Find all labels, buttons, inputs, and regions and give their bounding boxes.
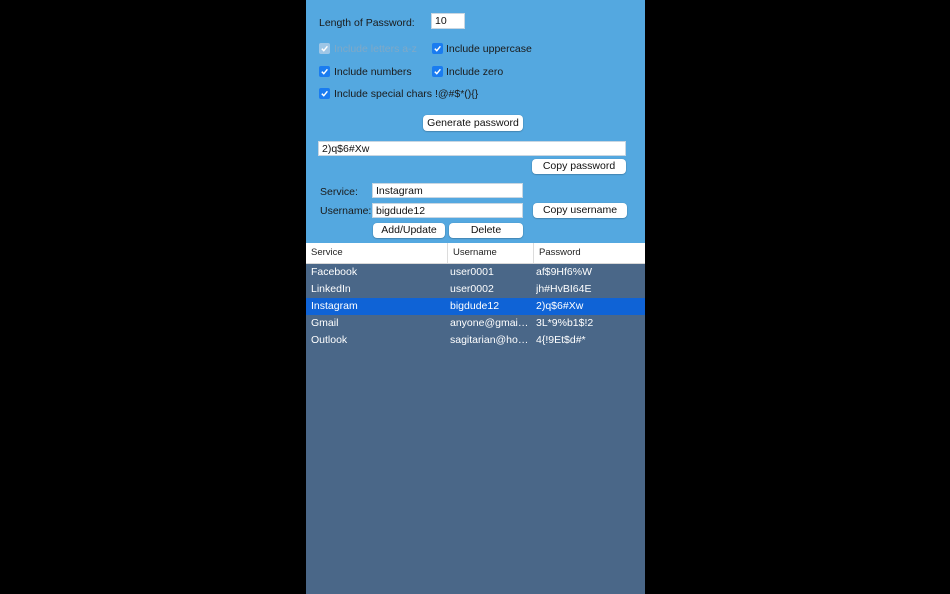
table-row[interactable]: Outlook sagitarian@hotm... 4{!9Et$d#*	[306, 332, 645, 349]
cell-service: Gmail	[311, 317, 339, 329]
option-label: Include special chars !@#$*(){}	[334, 88, 479, 100]
option-label: Include uppercase	[446, 43, 532, 55]
copy-username-button[interactable]: Copy username	[533, 203, 627, 218]
special-checkbox[interactable]	[319, 88, 330, 99]
cell-password: 3L*9%b1$!2	[536, 317, 594, 329]
column-header-username[interactable]: Username	[447, 243, 533, 263]
username-label: Username:	[320, 205, 372, 217]
column-header-password[interactable]: Password	[533, 243, 645, 263]
cell-username: bigdude12	[450, 300, 500, 312]
entries-table: Facebook user0001 af$9Hf6%W LinkedIn use…	[306, 264, 645, 594]
checkmark-icon	[321, 45, 328, 52]
table-header: Service Username Password	[306, 243, 645, 264]
cell-username: sagitarian@hotm...	[450, 334, 530, 346]
cell-password: jh#HvBI64E	[536, 283, 592, 295]
uppercase-checkbox[interactable]	[432, 43, 443, 54]
generator-panel: Length of Password: Include letters a-z …	[306, 0, 645, 243]
zero-checkbox[interactable]	[432, 66, 443, 77]
username-input[interactable]	[372, 203, 523, 218]
table-row[interactable]: LinkedIn user0002 jh#HvBI64E	[306, 281, 645, 298]
delete-button[interactable]: Delete	[449, 223, 523, 238]
table-row[interactable]: Facebook user0001 af$9Hf6%W	[306, 264, 645, 281]
cell-password: af$9Hf6%W	[536, 266, 593, 278]
password-manager-window: Length of Password: Include letters a-z …	[306, 0, 645, 594]
cell-service: LinkedIn	[311, 283, 351, 295]
checkmark-icon	[321, 68, 328, 75]
cell-password: 2)q$6#Xw	[536, 300, 584, 312]
checkmark-icon	[434, 68, 441, 75]
checkmark-icon	[434, 45, 441, 52]
cell-password: 4{!9Et$d#*	[536, 334, 586, 346]
option-label: Include zero	[446, 66, 504, 78]
cell-username: user0001	[450, 266, 494, 278]
cell-service: Facebook	[311, 266, 358, 278]
numbers-checkbox[interactable]	[319, 66, 330, 77]
generated-password-field[interactable]	[318, 141, 626, 156]
service-label: Service:	[320, 186, 358, 198]
checkmark-icon	[321, 90, 328, 97]
column-header-service[interactable]: Service	[306, 243, 447, 263]
cell-username: anyone@gmail.c...	[450, 317, 530, 329]
cell-username: user0002	[450, 283, 494, 295]
table-row-selected[interactable]: Instagram bigdude12 2)q$6#Xw	[306, 298, 645, 315]
service-input[interactable]	[372, 183, 523, 198]
letters-checkbox[interactable]	[319, 43, 330, 54]
cell-service: Instagram	[311, 300, 358, 312]
option-label: Include letters a-z	[334, 43, 417, 55]
length-input[interactable]	[431, 13, 465, 29]
length-label: Length of Password:	[319, 17, 415, 29]
generate-password-button[interactable]: Generate password	[423, 115, 523, 131]
add-update-button[interactable]: Add/Update	[373, 223, 445, 238]
cell-service: Outlook	[311, 334, 348, 346]
copy-password-button[interactable]: Copy password	[532, 159, 626, 174]
option-label: Include numbers	[334, 66, 412, 78]
table-row[interactable]: Gmail anyone@gmail.c... 3L*9%b1$!2	[306, 315, 645, 332]
